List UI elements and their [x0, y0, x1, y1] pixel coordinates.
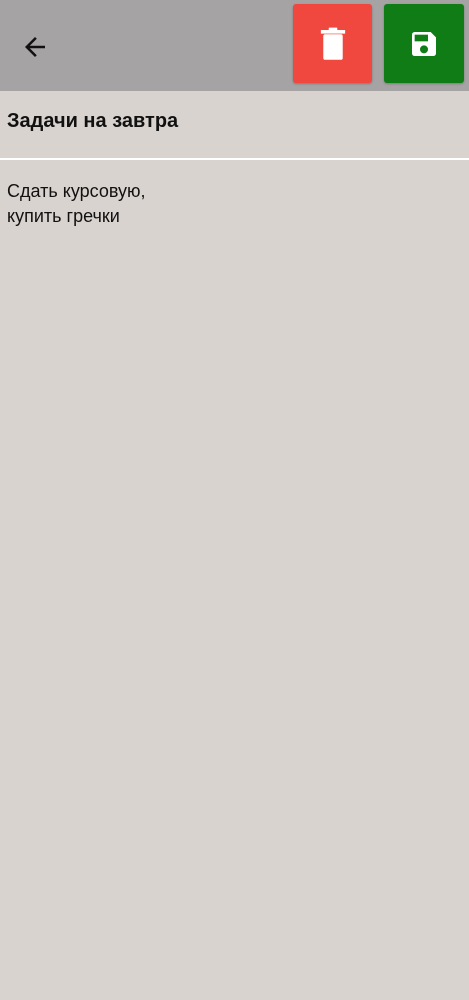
arrow-left-icon	[25, 37, 45, 57]
trash-icon	[320, 27, 345, 60]
save-button[interactable]	[384, 4, 464, 83]
back-button[interactable]	[14, 26, 56, 68]
delete-button[interactable]	[293, 4, 372, 83]
floppy-disk-icon	[412, 31, 436, 56]
note-body-field[interactable]: Сдать курсовую, купить гречки	[0, 162, 469, 229]
note-title-field[interactable]: Задачи на завтра	[0, 92, 469, 160]
toolbar	[0, 0, 469, 91]
note-editor-screen: Задачи на завтра Сдать курсовую, купить …	[0, 0, 469, 1000]
